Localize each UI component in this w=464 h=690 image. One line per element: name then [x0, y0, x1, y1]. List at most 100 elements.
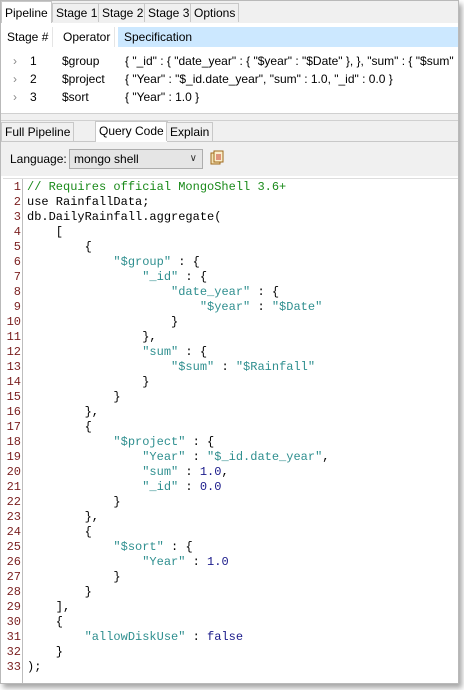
code-line: "$sort" : {	[27, 540, 192, 555]
code-line: "_id" : 0.0	[27, 480, 221, 495]
line-number: 33	[6, 660, 21, 674]
tab-stage-3[interactable]: Stage 3	[144, 3, 194, 22]
line-number: 32	[6, 645, 21, 659]
line-number: 12	[6, 345, 21, 359]
code-token: "$project"	[113, 435, 186, 449]
line-number: 9	[13, 300, 21, 314]
code-token: :	[185, 555, 208, 569]
column-header-specification[interactable]: Specification	[118, 27, 458, 47]
code-line: }	[27, 645, 63, 660]
code-token: "Year"	[142, 450, 186, 464]
code-editor[interactable]: 1 2 3 4 5 6 7 8 9 10 11 12 13 14 15 16 17 18 19 20 21 22 23 24 2…	[3, 178, 458, 683]
code-line: );	[27, 660, 41, 675]
code-token: "$sum"	[171, 360, 215, 374]
code-line: ],	[27, 600, 70, 615]
line-number: 30	[6, 615, 21, 629]
line-number: 8	[13, 285, 21, 299]
code-token: }	[27, 570, 121, 584]
line-number: 1	[13, 180, 21, 194]
code-token: {	[27, 525, 92, 539]
tab-explain[interactable]: Explain	[166, 122, 214, 141]
expand-chevron-icon[interactable]: ›	[13, 70, 17, 88]
code-token: :	[178, 480, 200, 494]
code-line: "Year" : "$_id.date_year",	[27, 450, 329, 465]
code-token: // Requires official MongoShell 3.6+	[27, 180, 287, 194]
code-token: "date_year"	[171, 285, 251, 299]
stage-number: 3	[30, 90, 37, 104]
tab-stage-1[interactable]: Stage 1	[52, 3, 102, 22]
code-token: }	[27, 390, 121, 404]
tab-full-pipeline[interactable]: Full Pipeline	[1, 122, 75, 141]
expand-chevron-icon[interactable]: ›	[13, 88, 17, 106]
column-header-stage[interactable]: Stage #	[1, 27, 53, 47]
code-line: }	[27, 495, 120, 510]
code-token: {	[27, 615, 64, 629]
code-token: },	[27, 510, 100, 524]
code-line: {	[27, 525, 92, 540]
column-header-operator[interactable]: Operator	[57, 27, 115, 47]
code-line: {	[27, 240, 92, 255]
code-token: 0.0	[199, 480, 222, 494]
code-token: : {	[178, 270, 208, 284]
line-number: 17	[6, 420, 21, 434]
language-select[interactable]: mongo shell ∨	[69, 149, 203, 169]
stage-number: 1	[30, 54, 37, 68]
tab-pipeline[interactable]: Pipeline	[1, 1, 52, 24]
code-line: },	[27, 510, 99, 525]
code-line: },	[27, 405, 99, 420]
code-token: }	[27, 585, 92, 599]
line-number: 13	[6, 360, 21, 374]
table-row[interactable]: › 3 $sort { "Year" : 1.0 }	[1, 88, 458, 106]
line-number: 29	[6, 600, 21, 614]
line-number: 21	[6, 480, 21, 494]
code-line: }	[27, 375, 149, 390]
code-token: }	[27, 645, 64, 659]
code-line: "$project" : {	[27, 435, 214, 450]
code-line: db.DailyRainfall.aggregate(	[27, 210, 221, 225]
code-token: ,	[221, 465, 229, 479]
tab-options[interactable]: Options	[190, 3, 240, 22]
line-number: 5	[13, 240, 21, 254]
pipeline-table: Stage # Operator Specification › 1 $grou…	[1, 23, 458, 107]
code-line: {	[27, 420, 92, 435]
code-line: "$year" : "$Date"	[27, 300, 322, 315]
bottom-tab-bar: Full Pipeline Query Code Explain	[1, 121, 458, 142]
code-token: "Year"	[142, 555, 186, 569]
splitter-handle[interactable]	[1, 113, 458, 121]
code-token: },	[27, 405, 100, 419]
expand-chevron-icon[interactable]: ›	[13, 52, 17, 70]
code-token: );	[27, 660, 42, 674]
line-number: 20	[6, 465, 21, 479]
table-row[interactable]: › 1 $group { "_id" : { "date_year" : { "…	[1, 52, 458, 70]
code-token: ],	[27, 600, 71, 614]
code-token: },	[27, 330, 157, 344]
tab-query-code[interactable]: Query Code	[95, 121, 168, 142]
code-token: :	[250, 300, 272, 314]
code-line: "$group" : {	[27, 255, 199, 270]
table-row[interactable]: › 2 $project { "Year" : "$_id.date_year"…	[1, 70, 458, 88]
tab-stage-2[interactable]: Stage 2	[98, 3, 148, 22]
code-token: "$Rainfall"	[235, 360, 316, 374]
code-token: }	[27, 375, 150, 389]
code-token: 1.0	[207, 555, 229, 569]
code-token: {	[27, 240, 92, 254]
top-tab-bar: Pipeline Stage 1 Stage 2 Stage 3 Options	[1, 1, 458, 24]
code-token: [	[27, 225, 64, 239]
line-number: 10	[6, 315, 21, 329]
line-number: 3	[13, 210, 21, 224]
line-number: 24	[6, 525, 21, 539]
stage-number: 2	[30, 72, 37, 86]
query-window: Pipeline Stage 1 Stage 2 Stage 3 Options…	[0, 0, 459, 684]
code-token: "$year"	[199, 300, 251, 314]
stage-operator: $group	[62, 54, 100, 68]
code-line: use RainfallData;	[27, 195, 149, 210]
copy-code-icon[interactable]	[210, 150, 224, 166]
code-token: : {	[250, 285, 280, 299]
code-token: }	[27, 315, 179, 329]
